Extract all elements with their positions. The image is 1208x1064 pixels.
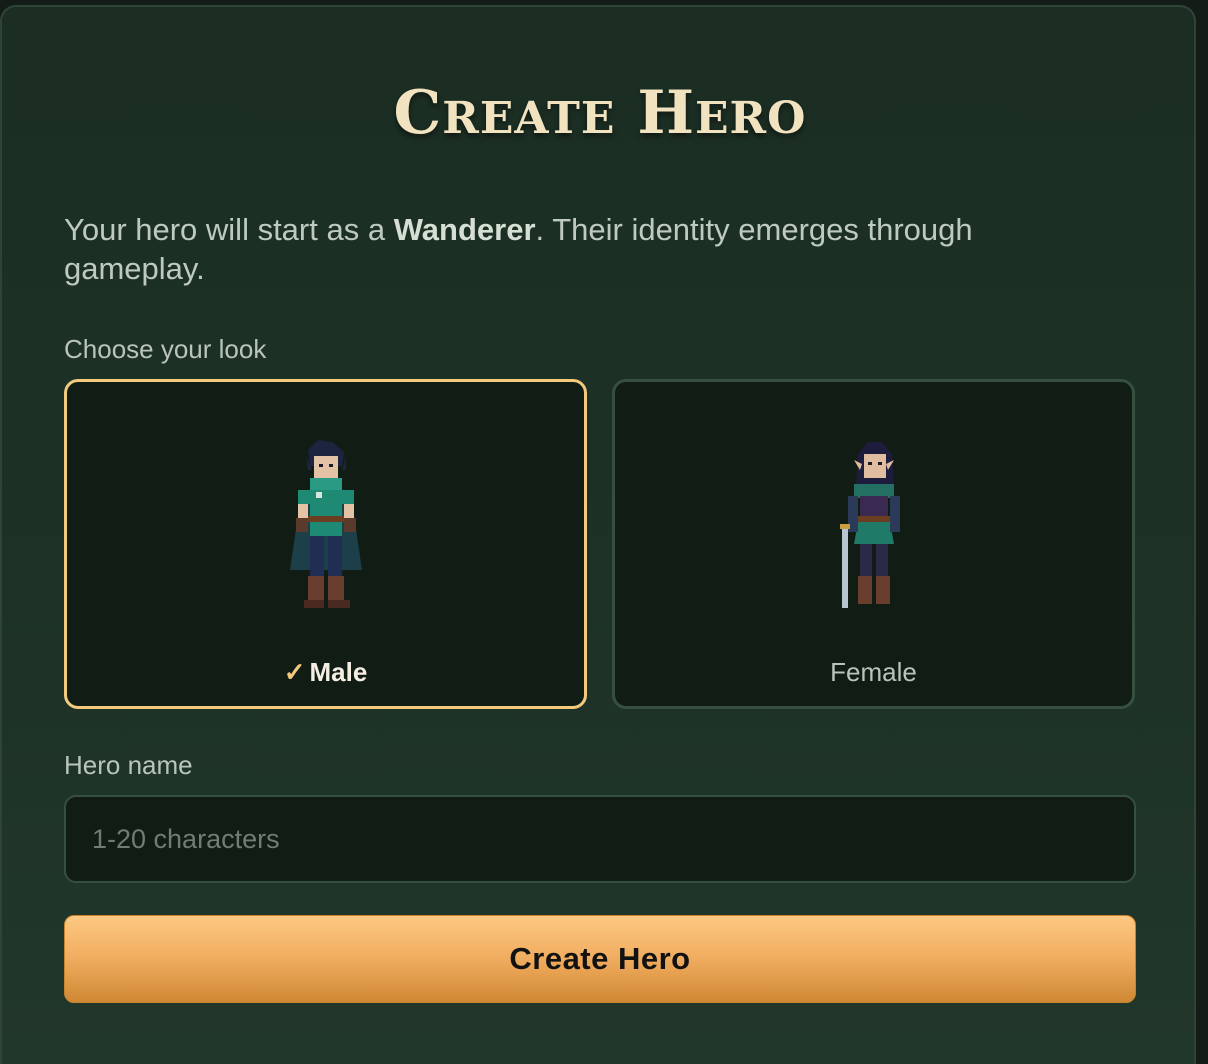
look-option-male-label: ✓ Male — [283, 657, 368, 687]
title-word-create: CREATE — [393, 78, 616, 148]
look-option-female-label: Female — [830, 657, 917, 687]
page-title: CREATE HERO — [2, 77, 1198, 155]
male-hero-sprite — [289, 440, 362, 608]
look-option-female[interactable]: Female — [612, 379, 1135, 709]
female-hero-sprite — [839, 442, 900, 608]
hero-name-input[interactable] — [64, 795, 1136, 883]
create-hero-button[interactable]: Create Hero — [64, 915, 1136, 1003]
look-option-male[interactable]: ✓ Male — [64, 379, 587, 709]
look-label: Choose your look — [64, 334, 267, 364]
hero-name-label: Hero name — [64, 750, 193, 780]
create-hero-panel: CREATE HERO Your hero will start as a Wa… — [0, 5, 1196, 1064]
title-word-hero: HERO — [637, 78, 807, 148]
check-icon: ✓ — [283, 657, 306, 687]
intro-text: Your hero will start as a Wanderer. Thei… — [64, 212, 973, 286]
class-name: Wanderer — [393, 212, 536, 247]
